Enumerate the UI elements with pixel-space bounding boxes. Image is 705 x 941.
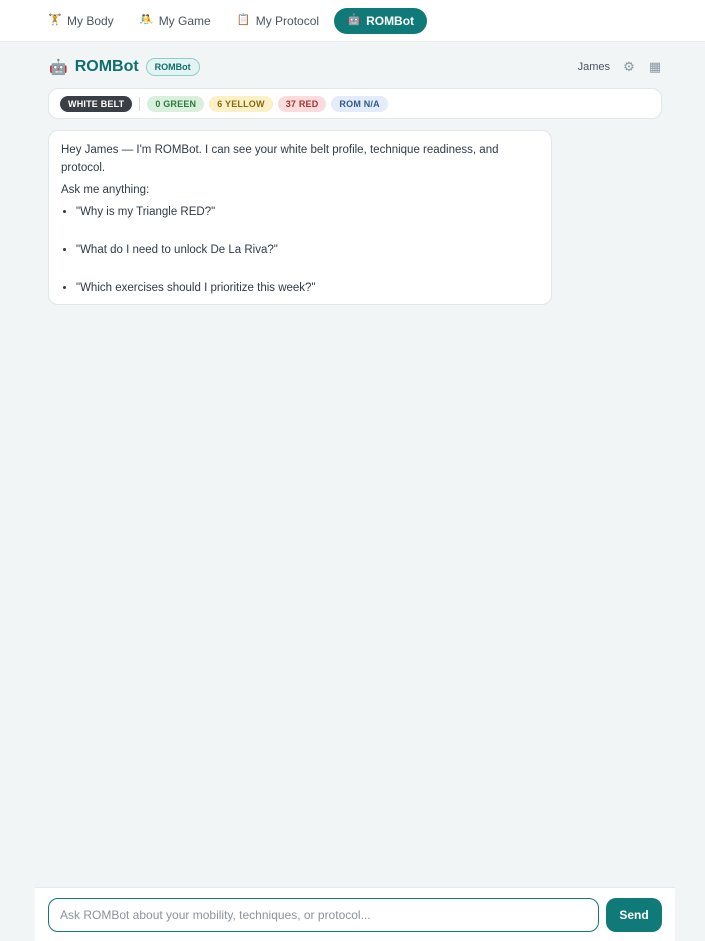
bot-message: Hey James — I'm ROMBot. I can see your w… — [48, 130, 552, 305]
tab-rombot[interactable]: 🤖 ROMBot — [334, 7, 428, 34]
clipboard-icon: 📋 — [236, 14, 251, 26]
belt-badge: WHITE BELT — [60, 95, 133, 112]
chat-composer: Send — [35, 887, 675, 941]
suggestion-item[interactable]: "Which exercises should I prioritize thi… — [76, 279, 539, 297]
gear-icon[interactable]: ⚙ — [622, 59, 636, 75]
weightlifter-icon: 🏋 — [48, 14, 62, 26]
robot-icon: 🤖 — [347, 14, 361, 26]
chat-input[interactable] — [48, 898, 599, 932]
suggestion-item[interactable]: "Why is my Triangle RED?" — [76, 203, 539, 221]
robot-icon: 🤖 — [49, 58, 68, 76]
menu-icon[interactable]: ▦ — [648, 59, 662, 75]
red-count-badge: 37 RED — [277, 95, 327, 112]
divider — [139, 96, 141, 111]
tab-label: My Protocol — [255, 13, 320, 28]
top-nav: 🏋 My Body 🤼 My Game 📋 My Protocol 🤖 ROMB… — [0, 0, 705, 42]
status-bar: WHITE BELT 0 GREEN 6 YELLOW 37 RED ROM N… — [48, 88, 662, 119]
message-prompt: Ask me anything: — [61, 184, 150, 196]
tab-label: My Game — [158, 13, 211, 28]
page-header: 🤖 ROMBot ROMBot James ⚙ ▦ — [49, 56, 662, 78]
tab-label: ROMBot — [366, 13, 415, 28]
send-button[interactable]: Send — [606, 898, 662, 932]
brand-badge: ROMBot — [145, 58, 200, 76]
message-intro: Hey James — I'm ROMBot. I can see your w… — [61, 144, 499, 174]
suggestion-list: "Why is my Triangle RED?" "What do I nee… — [61, 203, 539, 297]
rom-badge: ROM N/A — [331, 95, 388, 112]
wrestling-icon: 🤼 — [139, 14, 154, 26]
tab-my-protocol[interactable]: 📋 My Protocol — [226, 8, 330, 34]
page-title: ROMBot — [74, 58, 139, 75]
header-actions: James ⚙ ▦ — [578, 59, 662, 75]
yellow-count-badge: 6 YELLOW — [209, 95, 273, 112]
green-count-badge: 0 GREEN — [147, 95, 205, 112]
tab-my-game[interactable]: 🤼 My Game — [129, 8, 222, 34]
user-name: James — [577, 61, 610, 73]
tab-my-body[interactable]: 🏋 My Body — [37, 8, 125, 34]
tab-label: My Body — [67, 13, 114, 28]
suggestion-item[interactable]: "What do I need to unlock De La Riva?" — [76, 241, 539, 259]
